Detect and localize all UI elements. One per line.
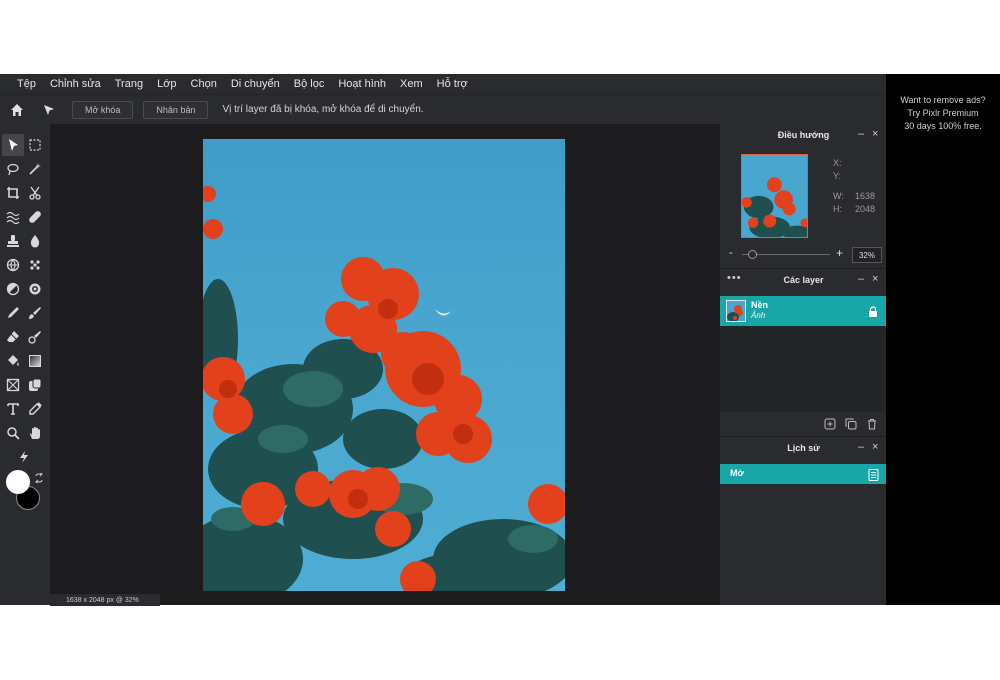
fill-bucket-icon[interactable] xyxy=(2,350,24,372)
right-panels: Điều hướng – × X: Y: W: 1638 H: 2048 - +… xyxy=(719,124,887,605)
duplicate-layer-icon[interactable] xyxy=(845,417,857,430)
color-replace-icon[interactable] xyxy=(24,326,46,348)
tool-bar xyxy=(0,124,50,605)
eraser-tool-icon[interactable] xyxy=(2,326,24,348)
lock-icon[interactable] xyxy=(868,305,878,317)
menu-bar: Tệp Chỉnh sửa Trang Lớp Chọn Di chuyển B… xyxy=(0,74,886,94)
zoom-slider-handle[interactable] xyxy=(748,250,757,259)
ad-text[interactable]: Want to remove ads? Try Pixlr Premium 30… xyxy=(886,94,1000,133)
nav-w-value: 1638 xyxy=(854,191,875,201)
lock-message: Vị trí layer đã bị khóa, mở khóa để di c… xyxy=(222,104,424,115)
home-icon[interactable] xyxy=(4,97,30,123)
heal-tool-icon[interactable] xyxy=(24,206,46,228)
eyedropper-icon[interactable] xyxy=(24,398,46,420)
foreground-color-swatch[interactable] xyxy=(6,470,30,494)
menu-edit[interactable]: Chỉnh sửa xyxy=(43,78,108,90)
menu-select[interactable]: Chọn xyxy=(184,78,224,90)
history-title: Lịch sử xyxy=(787,442,820,453)
trash-icon[interactable] xyxy=(866,417,878,430)
menu-view[interactable]: Xem xyxy=(393,78,430,90)
add-layer-icon[interactable] xyxy=(824,417,836,430)
shape-tool-icon[interactable] xyxy=(2,374,24,396)
close-icon[interactable]: × xyxy=(872,128,878,140)
ad-line-3: 30 days 100% free. xyxy=(904,121,982,131)
globe-tool-icon[interactable] xyxy=(2,254,24,276)
menu-file[interactable]: Tệp xyxy=(10,78,43,90)
zoom-row: - + 32% xyxy=(720,246,887,264)
liquify-tool-icon[interactable] xyxy=(2,206,24,228)
menu-layer[interactable]: Lớp xyxy=(150,78,183,90)
layers-list-area xyxy=(720,326,887,412)
document-icon xyxy=(868,468,879,486)
auto-fix-icon[interactable] xyxy=(13,446,35,468)
nav-h-label: H: xyxy=(833,204,842,214)
cut-tool-icon[interactable] xyxy=(24,182,46,204)
hand-tool-icon[interactable] xyxy=(24,422,46,444)
layers-header: ••• Các layer – × xyxy=(720,268,887,290)
zoom-in-button[interactable]: + xyxy=(836,246,843,260)
menu-page[interactable]: Trang xyxy=(108,78,150,90)
zoom-input[interactable]: 32% xyxy=(852,247,882,263)
magic-wand-icon[interactable] xyxy=(24,158,46,180)
layer-thumbnail xyxy=(726,300,746,322)
more-options-icon[interactable]: ••• xyxy=(727,272,742,284)
swap-colors-icon[interactable] xyxy=(34,470,44,485)
status-bar: 1638 x 2048 px @ 32% xyxy=(50,594,160,606)
ad-line-2: Try Pixlr Premium xyxy=(907,108,979,118)
layer-type: Ảnh xyxy=(751,311,766,320)
menu-help[interactable]: Hỗ trợ xyxy=(430,78,475,90)
navigator-title: Điều hướng xyxy=(777,130,830,140)
pixlr-editor: Tệp Chỉnh sửa Trang Lớp Chọn Di chuyển B… xyxy=(0,74,1000,606)
text-tool-icon[interactable] xyxy=(2,398,24,420)
history-item-label: Mở xyxy=(730,468,744,478)
navigator-header: Điều hướng – × xyxy=(720,124,887,146)
duplicate-button[interactable]: Nhân bản xyxy=(143,100,209,119)
layer-actions xyxy=(720,414,887,432)
menu-move[interactable]: Di chuyển xyxy=(224,78,287,90)
marquee-tool-icon[interactable] xyxy=(24,134,46,156)
nav-w-label: W: xyxy=(833,191,844,201)
nav-h-value: 2048 xyxy=(854,204,875,214)
close-icon[interactable]: × xyxy=(872,441,878,453)
lasso-tool-icon[interactable] xyxy=(2,158,24,180)
menu-filter[interactable]: Bộ lọc xyxy=(287,78,332,90)
layers-title: Các layer xyxy=(783,274,824,285)
move-arrow-icon[interactable] xyxy=(36,97,62,123)
dots-tool-icon[interactable] xyxy=(24,254,46,276)
options-bar: Mở khóa Nhân bản Vị trí layer đã bị khóa… xyxy=(0,94,886,124)
gradient-tool-icon[interactable] xyxy=(24,350,46,372)
minimize-icon[interactable]: – xyxy=(858,128,864,140)
pen-tool-icon[interactable] xyxy=(2,302,24,324)
clone-stamp-icon[interactable] xyxy=(2,230,24,252)
arrange-tool-icon[interactable] xyxy=(2,134,24,156)
brush-tool-icon[interactable] xyxy=(24,302,46,324)
blur-drop-icon[interactable] xyxy=(24,230,46,252)
unlock-button[interactable]: Mở khóa xyxy=(72,100,134,119)
ad-line-1: Want to remove ads? xyxy=(900,95,986,105)
crop-tool-icon[interactable] xyxy=(2,182,24,204)
layer-item[interactable]: Nền Ảnh xyxy=(720,296,887,326)
dodge-tool-icon[interactable] xyxy=(2,278,24,300)
close-icon[interactable]: × xyxy=(872,273,878,285)
navigator-thumbnail[interactable] xyxy=(741,154,808,238)
zoom-tool-icon[interactable] xyxy=(2,422,24,444)
ad-panel: Want to remove ads? Try Pixlr Premium 30… xyxy=(886,74,1000,605)
layer-name: Nền xyxy=(751,300,769,310)
nav-x-label: X: xyxy=(833,158,842,168)
sponge-tool-icon[interactable] xyxy=(24,278,46,300)
menu-animation[interactable]: Hoạt hình xyxy=(331,78,393,90)
canvas-workspace[interactable]: 1638 x 2048 px @ 32% xyxy=(50,124,719,606)
minimize-icon[interactable]: – xyxy=(858,273,864,285)
history-header: Lịch sử – × xyxy=(720,436,887,458)
zoom-out-button[interactable]: - xyxy=(729,247,733,259)
history-item[interactable]: Mở xyxy=(720,464,887,484)
canvas-image[interactable] xyxy=(203,139,565,591)
sticker-tool-icon[interactable] xyxy=(24,374,46,396)
minimize-icon[interactable]: – xyxy=(858,441,864,453)
nav-y-label: Y: xyxy=(833,171,842,181)
